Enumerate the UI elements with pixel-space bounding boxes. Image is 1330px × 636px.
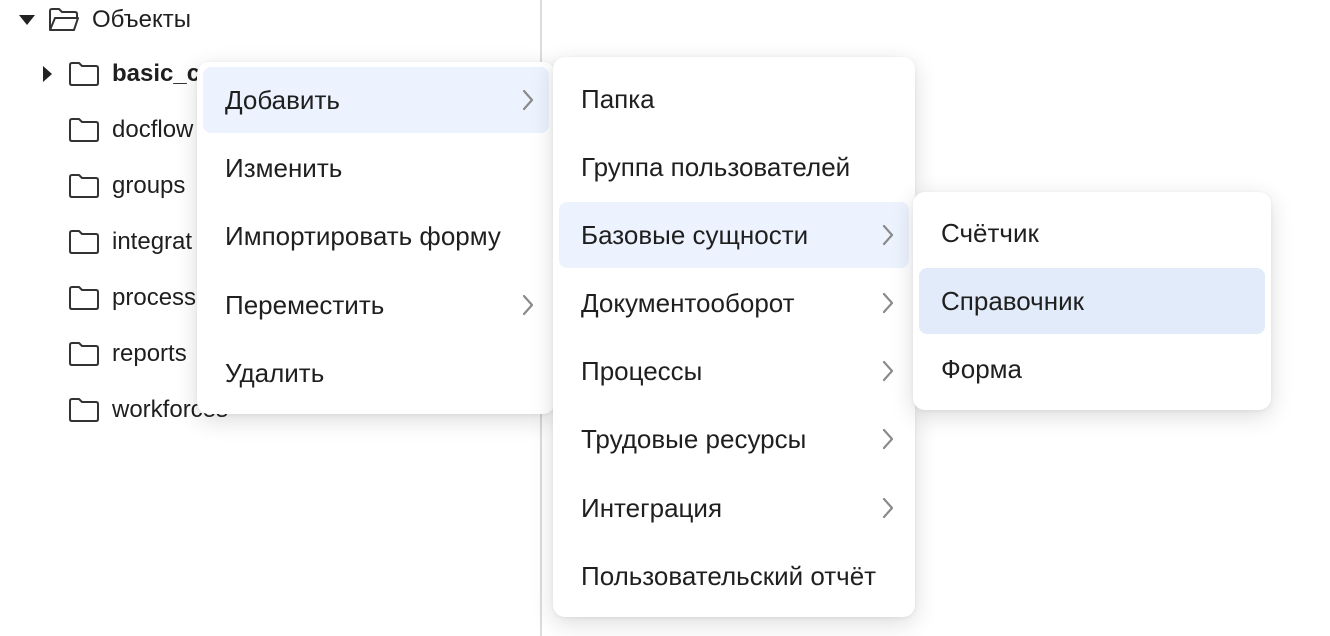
menu-item-edit[interactable]: Изменить: [203, 135, 549, 201]
caret-right-icon[interactable]: [38, 65, 56, 83]
tree-item-reports[interactable]: reports: [68, 334, 187, 374]
chevron-right-icon: [882, 497, 894, 519]
menu-item-label: Папка: [581, 83, 655, 114]
menu-item-label: Интеграция: [581, 492, 723, 523]
menu-item-label: Форма: [941, 353, 1023, 384]
tree-item-label: reports: [112, 340, 187, 367]
submenu-item-workforce[interactable]: Трудовые ресурсы: [559, 406, 909, 472]
tree-item-process[interactable]: process: [68, 278, 196, 318]
chevron-right-icon: [882, 224, 894, 246]
folder-open-icon: [48, 7, 80, 33]
folder-icon: [68, 117, 100, 143]
submenu-item-docflow[interactable]: Документооборот: [559, 270, 909, 336]
menu-item-label: Базовые сущности: [581, 219, 809, 250]
folder-icon: [68, 229, 100, 255]
folder-icon: [68, 341, 100, 367]
menu-item-add[interactable]: Добавить: [203, 67, 549, 133]
context-menu: Добавить Изменить Импортировать форму Пе…: [197, 62, 555, 414]
folder-icon: [68, 285, 100, 311]
menu-item-label: Счётчик: [941, 217, 1039, 248]
menu-item-label: Изменить: [225, 152, 343, 183]
chevron-right-icon: [522, 89, 534, 111]
submenu-item-folder[interactable]: Папка: [559, 66, 909, 132]
submenu-item-base-entities[interactable]: Базовые сущности: [559, 202, 909, 268]
tree-root[interactable]: Объекты: [18, 0, 191, 40]
menu-item-label: Процессы: [581, 355, 703, 386]
folder-icon: [68, 61, 100, 87]
tree-item-label: integrat: [112, 228, 193, 255]
tree-item-label: groups: [112, 172, 186, 199]
submenu-item-counter[interactable]: Счётчик: [919, 200, 1265, 266]
tree-item-label: docflow: [112, 116, 194, 143]
menu-item-delete[interactable]: Удалить: [203, 340, 549, 406]
submenu-item-user-group[interactable]: Группа пользователей: [559, 134, 909, 200]
menu-item-label: Трудовые ресурсы: [581, 423, 807, 454]
menu-item-label: Добавить: [225, 84, 340, 115]
tree-item-docflow[interactable]: docflow: [68, 110, 193, 150]
menu-item-label: Документооборот: [581, 287, 795, 318]
submenu-item-processes[interactable]: Процессы: [559, 338, 909, 404]
tree-item-integrat[interactable]: integrat: [68, 222, 192, 262]
chevron-right-icon: [522, 294, 534, 316]
folder-icon: [68, 397, 100, 423]
base-entities-submenu: Счётчик Справочник Форма: [913, 192, 1271, 410]
submenu-item-custom-report[interactable]: Пользовательский отчёт: [559, 543, 909, 609]
menu-item-label: Пользовательский отчёт: [581, 560, 877, 591]
chevron-right-icon: [882, 292, 894, 314]
folder-icon: [68, 173, 100, 199]
menu-item-label: Импортировать форму: [225, 220, 501, 251]
caret-down-icon[interactable]: [18, 11, 36, 29]
tree-item-groups[interactable]: groups: [68, 166, 185, 206]
tree-item-basic[interactable]: basic_c: [38, 54, 200, 94]
menu-item-move[interactable]: Переместить: [203, 272, 549, 338]
tree-item-label: process: [112, 284, 197, 311]
add-submenu: Папка Группа пользователей Базовые сущно…: [553, 57, 915, 617]
chevron-right-icon: [882, 360, 894, 382]
submenu-item-integration[interactable]: Интеграция: [559, 475, 909, 541]
menu-item-label: Удалить: [225, 357, 325, 388]
tree-item-label: basic_c: [112, 60, 201, 87]
menu-item-label: Справочник: [941, 285, 1084, 316]
menu-item-import-form[interactable]: Импортировать форму: [203, 203, 549, 269]
submenu-item-directory[interactable]: Справочник: [919, 268, 1265, 334]
menu-item-label: Группа пользователей: [581, 151, 851, 182]
chevron-right-icon: [882, 428, 894, 450]
tree-root-label: Объекты: [92, 6, 191, 33]
submenu-item-form[interactable]: Форма: [919, 336, 1265, 402]
menu-item-label: Переместить: [225, 289, 385, 320]
